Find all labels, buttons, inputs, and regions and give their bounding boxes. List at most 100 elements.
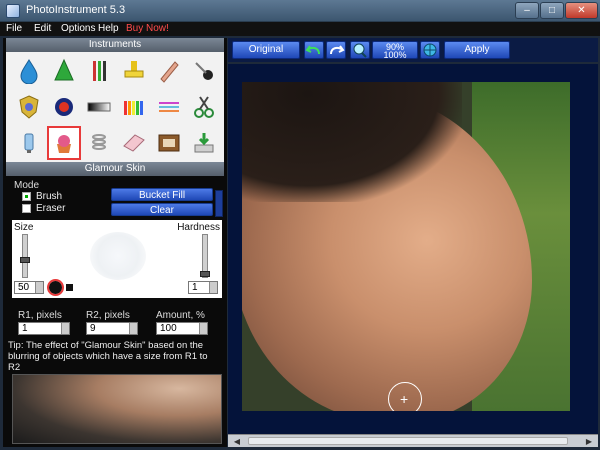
amount-spin-arrows[interactable] — [199, 323, 207, 334]
zoom-fit-button[interactable] — [420, 41, 440, 59]
tool-tube[interactable] — [12, 126, 46, 160]
crosshair-icon: + — [400, 391, 409, 407]
instruments-title: Instruments — [6, 38, 224, 52]
navigator-preview[interactable] — [12, 374, 222, 444]
tool-scissors[interactable] — [187, 90, 221, 124]
maximize-button[interactable]: □ — [540, 2, 564, 19]
toolbar: Original 90% 100% Apply — [228, 38, 598, 62]
green-cone-icon — [54, 58, 74, 81]
brush-preview — [90, 232, 146, 280]
tool-frame[interactable] — [152, 126, 186, 160]
size-spin-arrows[interactable] — [35, 282, 43, 293]
size-slider-thumb[interactable] — [20, 257, 30, 263]
canvas-area[interactable]: + — [228, 64, 598, 434]
r2-input[interactable]: 9 — [86, 322, 138, 335]
undo-button[interactable] — [304, 41, 324, 59]
redo-button[interactable] — [326, 41, 346, 59]
menu-help[interactable]: Help — [98, 23, 119, 34]
photo-image[interactable]: + — [242, 82, 570, 411]
zoom-level-display[interactable]: 90% 100% — [372, 41, 418, 60]
round-brush-shape[interactable] — [47, 279, 64, 296]
brush-settings-box: Size Hardness 50 1 — [12, 220, 222, 298]
scissors-icon — [194, 96, 214, 118]
color-pencils-icon — [124, 101, 143, 115]
tool-cone[interactable] — [47, 54, 81, 88]
r1-label: R1, pixels — [18, 310, 62, 321]
amount-input[interactable]: 100 — [156, 322, 208, 335]
tool-pin[interactable] — [187, 54, 221, 88]
amount-label: Amount, % — [156, 310, 205, 321]
r1-value: 1 — [22, 323, 28, 334]
shield-badge-icon — [19, 95, 39, 119]
hardness-value: 1 — [192, 282, 198, 293]
tool-spring[interactable] — [82, 126, 116, 160]
hardness-spin-arrows[interactable] — [209, 282, 217, 293]
scroll-left-arrow-icon[interactable]: ◀ — [230, 436, 244, 447]
hardness-input[interactable]: 1 — [188, 281, 218, 294]
square-brush-shape[interactable] — [66, 284, 73, 291]
horizontal-scrollbar[interactable]: ◀ ▶ — [228, 434, 598, 447]
glamour-skin-title: Glamour Skin — [6, 162, 224, 176]
clear-button[interactable]: Clear — [111, 203, 213, 216]
tool-brushes[interactable] — [82, 54, 116, 88]
tool-gradient[interactable] — [82, 90, 116, 124]
globe-zoom-icon — [423, 43, 437, 57]
tool-lines[interactable] — [152, 90, 186, 124]
r2-spin-arrows[interactable] — [129, 323, 137, 334]
scroll-right-arrow-icon[interactable]: ▶ — [582, 436, 596, 447]
brush-radio[interactable] — [22, 192, 31, 201]
tool-stick[interactable] — [152, 54, 186, 88]
download-disk-icon — [194, 133, 214, 153]
pin-icon — [195, 62, 213, 80]
eraser-radio-label: Eraser — [36, 203, 66, 214]
apply-button[interactable]: Apply — [444, 41, 510, 59]
size-input[interactable]: 50 — [14, 281, 44, 294]
zoom-in-button[interactable] — [350, 41, 370, 59]
menu-file[interactable]: File — [6, 23, 22, 34]
tool-red-eye[interactable] — [47, 90, 81, 124]
undo-arrow-icon — [305, 45, 320, 55]
spring-icon — [92, 134, 106, 150]
menu-buy-now[interactable]: Buy Now! — [126, 23, 169, 34]
close-button[interactable]: ✕ — [565, 2, 598, 19]
tool-pink-eraser[interactable] — [117, 126, 151, 160]
panel-scrollbar[interactable] — [215, 190, 223, 217]
lines-icon — [159, 102, 179, 112]
hardness-slider-thumb[interactable] — [200, 271, 210, 277]
menu-options[interactable]: Options — [61, 23, 95, 34]
r1-input[interactable]: 1 — [18, 322, 70, 335]
app-icon — [6, 4, 20, 18]
brush-radio-label: Brush — [36, 191, 63, 202]
tool-cupcake[interactable] — [47, 126, 81, 160]
instruments-grid — [6, 52, 224, 162]
gradient-bar-icon — [87, 102, 111, 112]
tool-shield[interactable] — [12, 90, 46, 124]
eraser-radio[interactable] — [22, 204, 31, 213]
tool-water-drop[interactable] — [12, 54, 46, 88]
size-value: 50 — [18, 282, 30, 293]
mode-label: Mode — [14, 180, 40, 191]
title-bar: PhotoInstrument 5.3 – □ ✕ — [0, 0, 600, 22]
r2-label: R2, pixels — [86, 310, 130, 321]
yellow-stamp-icon — [124, 61, 144, 78]
tool-stamp[interactable] — [117, 54, 151, 88]
hardness-slider[interactable] — [200, 234, 210, 278]
tool-pencils[interactable] — [117, 90, 151, 124]
size-slider[interactable] — [20, 234, 30, 278]
original-button[interactable]: Original — [232, 41, 300, 59]
minimize-button[interactable]: – — [515, 2, 539, 19]
size-label: Size — [14, 222, 34, 233]
water-drop-icon — [20, 59, 38, 84]
r1-spin-arrows[interactable] — [61, 323, 69, 334]
redo-arrow-icon — [330, 45, 345, 55]
scroll-thumb[interactable] — [248, 437, 568, 445]
menu-bar: File Edit Options Help Buy Now! — [0, 22, 600, 36]
menu-edit[interactable]: Edit — [34, 23, 51, 34]
tube-icon — [24, 133, 34, 153]
brush-cursor: + — [388, 382, 422, 411]
bucket-fill-button[interactable]: Bucket Fill — [111, 188, 213, 201]
red-eye-icon — [55, 98, 73, 116]
pink-eraser-icon — [123, 134, 145, 152]
tool-download[interactable] — [187, 126, 221, 160]
tip-text: Tip: The effect of "Glamour Skin" based … — [8, 340, 208, 373]
